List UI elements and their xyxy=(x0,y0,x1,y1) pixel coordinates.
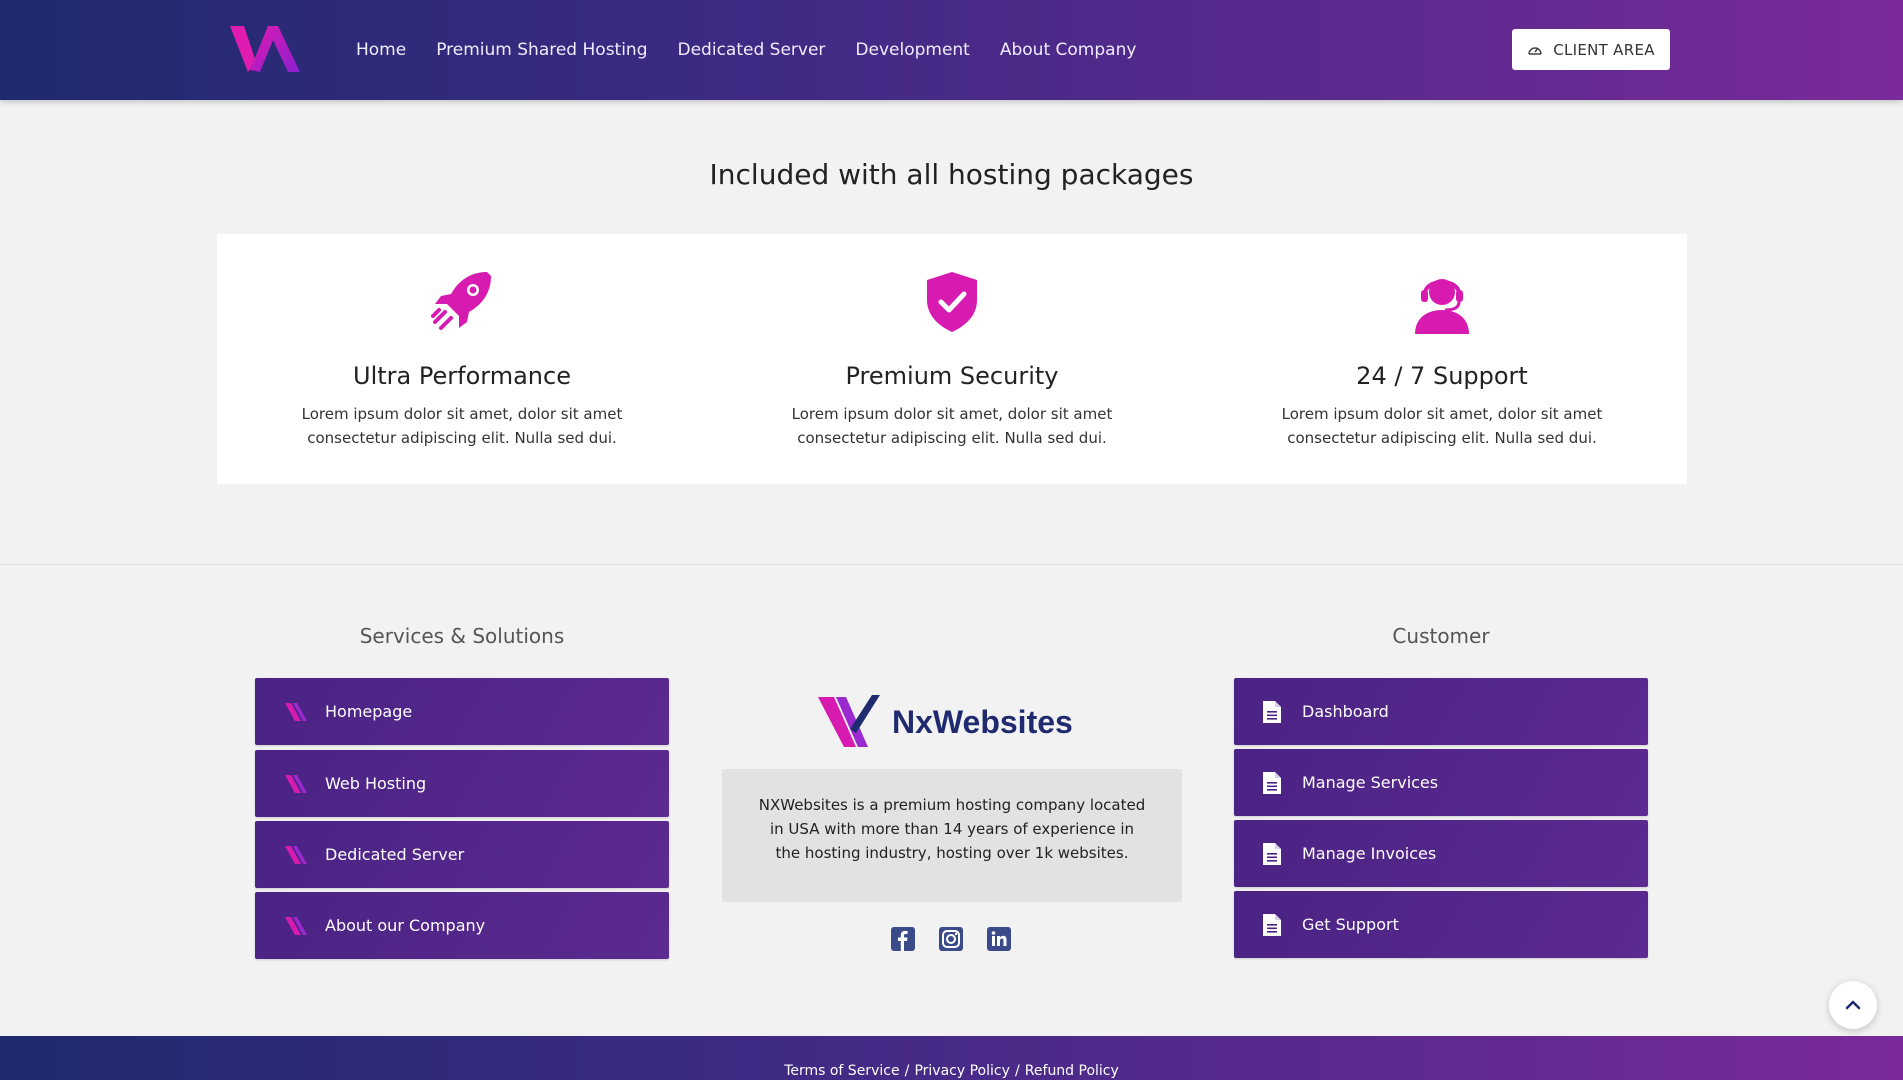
services-link-label: Web Hosting xyxy=(325,774,427,793)
customer-link-get-support[interactable]: Get Support xyxy=(1234,891,1648,958)
nx-logo-icon xyxy=(283,915,309,937)
feature-title: 24 / 7 Support xyxy=(1356,362,1528,390)
nav-about-company[interactable]: About Company xyxy=(1000,40,1137,60)
services-link-label: About our Company xyxy=(325,916,486,935)
feature-card: 24 / 7 Support Lorem ipsum dolor sit ame… xyxy=(1197,234,1687,484)
feature-text: Lorem ipsum dolor sit amet, dolor sit am… xyxy=(791,405,1113,447)
services-link-dedicated-server[interactable]: Dedicated Server xyxy=(255,821,669,888)
nav-development[interactable]: Development xyxy=(855,40,969,60)
feature-text: Lorem ipsum dolor sit amet, dolor sit am… xyxy=(301,405,623,447)
dashboard-gauge-icon xyxy=(1528,46,1542,55)
facebook-icon[interactable] xyxy=(890,926,916,952)
link-separator: / xyxy=(904,1063,910,1079)
top-header: Home Premium Shared Hosting Dedicated Se… xyxy=(0,0,1903,100)
section-divider xyxy=(0,564,1903,565)
main-nav: Home Premium Shared Hosting Dedicated Se… xyxy=(356,0,1136,100)
feature-text: Lorem ipsum dolor sit amet, dolor sit am… xyxy=(1281,405,1603,447)
services-link-homepage[interactable]: Homepage xyxy=(255,678,669,745)
customer-link-label: Dashboard xyxy=(1302,702,1389,721)
document-icon xyxy=(1263,842,1281,865)
logo-icon[interactable] xyxy=(228,22,304,76)
footer-brand: NxWebsites xyxy=(816,690,1091,754)
customer-title: Customer xyxy=(1392,624,1490,648)
linkedin-icon[interactable] xyxy=(986,926,1012,952)
document-icon xyxy=(1263,700,1281,723)
bottom-bar: Terms of Service / Privacy Policy / Refu… xyxy=(0,1036,1903,1080)
feature-title: Ultra Performance xyxy=(353,362,571,390)
instagram-icon[interactable] xyxy=(938,926,964,952)
about-text: NXWebsites is a premium hosting company … xyxy=(722,769,1182,902)
feature-card: Ultra Performance Lorem ipsum dolor sit … xyxy=(217,234,707,484)
services-link-about-company[interactable]: About our Company xyxy=(255,892,669,959)
client-area-button[interactable]: CLIENT AREA xyxy=(1512,29,1670,70)
shield-check-icon xyxy=(927,272,977,332)
nxwebsites-logo-icon xyxy=(818,695,880,747)
social-links xyxy=(890,926,1012,952)
privacy-link[interactable]: Privacy Policy xyxy=(914,1063,1009,1079)
refund-link[interactable]: Refund Policy xyxy=(1025,1063,1119,1079)
nav-premium-shared-hosting[interactable]: Premium Shared Hosting xyxy=(436,40,647,60)
services-link-label: Homepage xyxy=(325,702,413,721)
nx-logo-icon xyxy=(283,844,309,866)
feature-card: Premium Security Lorem ipsum dolor sit a… xyxy=(707,234,1197,484)
nx-logo-icon xyxy=(283,773,309,795)
nav-dedicated-server[interactable]: Dedicated Server xyxy=(678,40,826,60)
link-separator: / xyxy=(1014,1063,1020,1079)
features-panel: Ultra Performance Lorem ipsum dolor sit … xyxy=(217,234,1687,484)
nx-logo-icon xyxy=(283,701,309,723)
client-area-label: CLIENT AREA xyxy=(1553,40,1655,59)
rocket-icon xyxy=(431,272,491,330)
headset-icon xyxy=(1415,279,1469,334)
customer-link-manage-invoices[interactable]: Manage Invoices xyxy=(1234,820,1648,887)
customer-link-label: Manage Invoices xyxy=(1302,844,1437,863)
services-link-web-hosting[interactable]: Web Hosting xyxy=(255,750,669,817)
customer-link-manage-services[interactable]: Manage Services xyxy=(1234,749,1648,816)
customer-link-label: Manage Services xyxy=(1302,773,1439,792)
section-title: Included with all hosting packages xyxy=(709,158,1194,191)
document-icon xyxy=(1263,771,1281,794)
customer-link-dashboard[interactable]: Dashboard xyxy=(1234,678,1648,745)
services-link-label: Dedicated Server xyxy=(325,845,465,864)
customer-link-label: Get Support xyxy=(1302,915,1399,934)
feature-title: Premium Security xyxy=(845,362,1059,390)
services-title: Services & Solutions xyxy=(359,624,565,648)
document-icon xyxy=(1263,913,1281,936)
brand-name: NxWebsites xyxy=(892,703,1073,740)
nav-home[interactable]: Home xyxy=(356,40,406,60)
chevron-up-icon xyxy=(1845,1000,1861,1010)
scroll-to-top-button[interactable] xyxy=(1829,981,1877,1029)
terms-link[interactable]: Terms of Service xyxy=(784,1063,899,1079)
